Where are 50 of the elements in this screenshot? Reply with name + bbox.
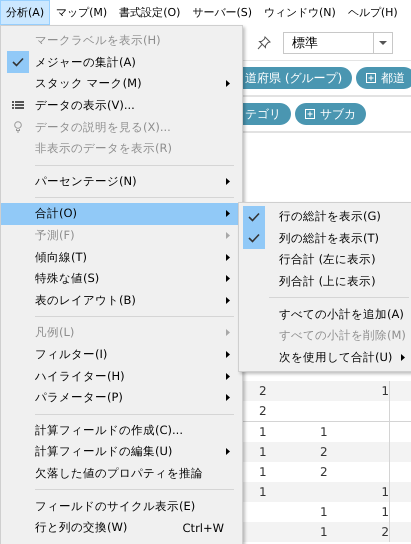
menu-item[interactable]: 計算フィールドの作成(C)... [1, 420, 242, 442]
menu-item[interactable]: 列の総計を表示(T) [239, 228, 411, 250]
menu-item[interactable]: フィールドのサイクル表示(E) [1, 495, 242, 517]
caret-icon [379, 40, 387, 44]
table-cell: 2 [381, 525, 389, 539]
table-cell: 2 [320, 465, 328, 479]
menu-item[interactable]: ハイライター(H) [1, 365, 242, 387]
table-cell: 1 [320, 525, 328, 539]
menu-item[interactable]: 傾向線(T) [1, 246, 242, 268]
menu-item[interactable]: 行合計 (左に表示) [239, 249, 411, 271]
table-cell: 1 [259, 445, 267, 459]
grid-icon [12, 101, 24, 110]
table-cell: 1 [259, 465, 267, 479]
menu-bar-item[interactable]: 分析(A) [0, 0, 50, 25]
table-cell: 1 [381, 485, 389, 499]
menu-item[interactable]: フィルター(I) [1, 344, 242, 366]
menu-bar-item[interactable]: 書式設定(O) [113, 0, 186, 25]
table-cell: 2 [259, 404, 267, 418]
menu-item[interactable]: メジャーの集計(A) [1, 52, 242, 74]
menu-bar-item[interactable]: ヘルプ(H) [342, 0, 404, 25]
table-cell: 1 [259, 425, 267, 439]
pin-icon [257, 36, 271, 50]
menu-item[interactable]: 特殊な値(S) [1, 268, 242, 290]
menu-item[interactable]: 行の総計を表示(G) [239, 206, 411, 228]
table-cell: 1 [320, 505, 328, 519]
menu-bar-item[interactable]: ウィンドウ(N) [258, 0, 342, 25]
menu-bar-item[interactable]: サーバー(S) [186, 0, 258, 25]
lightbulb-icon [14, 121, 22, 134]
menu-item[interactable]: パーセンテージ(N) [1, 170, 242, 192]
table-cell: 1 [259, 485, 267, 499]
table-cell: 2 [259, 384, 267, 398]
menu-item[interactable]: すべての小計を追加(A) [239, 303, 411, 325]
checkmark-icon [248, 233, 260, 244]
menu-item[interactable]: スタック マーク(M) [1, 73, 242, 95]
table-cell: 1 [381, 384, 389, 398]
menu-item[interactable]: 次を使用して合計(U) [239, 346, 411, 368]
menu-item[interactable]: パラメーター(P) [1, 386, 242, 408]
menu-item[interactable]: 列合計 (上に表示) [239, 270, 411, 292]
menu-bar-item[interactable]: マップ(M) [50, 0, 114, 25]
menu-item[interactable]: データの表示(V)... [1, 94, 242, 116]
checkmark-icon [248, 212, 260, 222]
checkmark-icon [12, 57, 24, 68]
menu-item[interactable]: 表のレイアウト(B) [1, 290, 242, 312]
fit-dropdown[interactable]: 標準 [283, 32, 393, 54]
menu-item[interactable]: 計算フィールドの編集(U) [1, 441, 242, 463]
menu-item[interactable]: 行と列の交換(W) Ctrl+W [1, 516, 242, 538]
table-cell: 2 [320, 445, 328, 459]
table-cell: 1 [320, 425, 328, 439]
table-cell: 1 [381, 505, 389, 519]
menu-item[interactable]: 欠落した値のプロパティを推論 [1, 462, 242, 484]
